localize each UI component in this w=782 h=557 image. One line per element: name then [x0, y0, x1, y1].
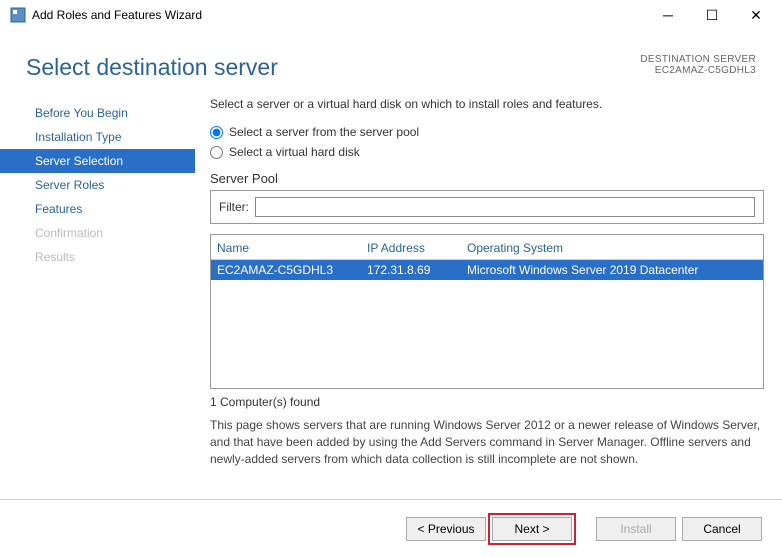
window-controls: ─ ☐ ✕	[646, 0, 778, 30]
content-pane: Select a server or a virtual hard disk o…	[195, 91, 764, 499]
note-text: This page shows servers that are running…	[210, 417, 764, 467]
table-row[interactable]: EC2AMAZ-C5GDHL3 172.31.8.69 Microsoft Wi…	[211, 260, 763, 280]
close-button[interactable]: ✕	[734, 0, 778, 30]
radio-server-pool-row[interactable]: Select a server from the server pool	[210, 125, 764, 139]
previous-button[interactable]: < Previous	[406, 517, 486, 541]
radio-vhd[interactable]	[210, 146, 223, 159]
table-header: Name IP Address Operating System	[211, 235, 763, 260]
filter-label: Filter:	[219, 200, 249, 214]
cell-ip: 172.31.8.69	[367, 263, 467, 277]
cell-name: EC2AMAZ-C5GDHL3	[217, 263, 367, 277]
radio-vhd-label: Select a virtual hard disk	[229, 145, 360, 159]
nav-results: Results	[0, 245, 195, 269]
table-body: EC2AMAZ-C5GDHL3 172.31.8.69 Microsoft Wi…	[211, 260, 763, 388]
titlebar: Add Roles and Features Wizard ─ ☐ ✕	[0, 0, 782, 30]
destination-info: DESTINATION SERVER EC2AMAZ-C5GDHL3	[640, 54, 756, 76]
radio-server-pool[interactable]	[210, 126, 223, 139]
radio-vhd-row[interactable]: Select a virtual hard disk	[210, 145, 764, 159]
page-title: Select destination server	[26, 54, 640, 81]
computer-count: 1 Computer(s) found	[210, 395, 764, 409]
next-button[interactable]: Next >	[492, 517, 572, 541]
nav-features[interactable]: Features	[0, 197, 195, 221]
nav-installation-type[interactable]: Installation Type	[0, 125, 195, 149]
nav-server-roles[interactable]: Server Roles	[0, 173, 195, 197]
instruction-text: Select a server or a virtual hard disk o…	[210, 97, 764, 111]
cancel-button[interactable]: Cancel	[682, 517, 762, 541]
server-pool-label: Server Pool	[210, 171, 764, 186]
header: Select destination server DESTINATION SE…	[0, 30, 782, 91]
nav-before-you-begin[interactable]: Before You Begin	[0, 101, 195, 125]
window-title: Add Roles and Features Wizard	[32, 8, 646, 22]
cell-os: Microsoft Windows Server 2019 Datacenter	[467, 263, 757, 277]
col-header-ip[interactable]: IP Address	[367, 241, 467, 255]
footer: < Previous Next > Install Cancel	[0, 499, 782, 549]
server-pool-table: Name IP Address Operating System EC2AMAZ…	[210, 234, 764, 389]
col-header-os[interactable]: Operating System	[467, 241, 757, 255]
radio-server-pool-label: Select a server from the server pool	[229, 125, 419, 139]
filter-input[interactable]	[255, 197, 755, 217]
filter-row: Filter:	[210, 190, 764, 224]
nav-server-selection[interactable]: Server Selection	[0, 149, 195, 173]
install-button: Install	[596, 517, 676, 541]
wizard-nav: Before You Begin Installation Type Serve…	[0, 91, 195, 499]
main: Before You Begin Installation Type Serve…	[0, 91, 782, 499]
nav-confirmation: Confirmation	[0, 221, 195, 245]
maximize-button[interactable]: ☐	[690, 0, 734, 30]
destination-label: DESTINATION SERVER	[640, 54, 756, 65]
minimize-button[interactable]: ─	[646, 0, 690, 30]
col-header-name[interactable]: Name	[217, 241, 367, 255]
app-icon	[10, 7, 26, 23]
nav-button-group: < Previous Next >	[406, 517, 572, 541]
destination-value: EC2AMAZ-C5GDHL3	[640, 65, 756, 76]
